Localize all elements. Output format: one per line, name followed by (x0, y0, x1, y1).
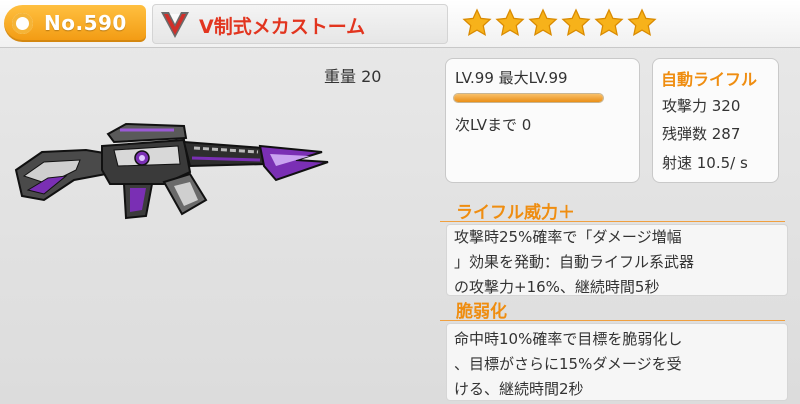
skill-2-line: 命中時10%確率で目標を脆弱化し (454, 330, 683, 348)
weapon-number: No.590 (44, 11, 127, 35)
badge-dot-icon (12, 13, 33, 34)
weapon-name: V制式メカストーム (199, 16, 366, 38)
skill-1-description: 攻撃時25%確率で「ダメージ増幅 」効果を発動：自動ライフル系武器 の攻撃力+1… (454, 225, 784, 300)
skill-2-divider (440, 320, 785, 321)
skill-2-line: ける、継続時間2秒 (454, 380, 584, 398)
star-icon (528, 8, 558, 36)
rifle-illustration (14, 122, 329, 220)
exp-progress-fill (454, 94, 603, 102)
skill-1-line: 攻撃時25%確率で「ダメージ増幅 (454, 228, 682, 246)
weight-label: 重量 20 (324, 67, 382, 86)
skill-2-line: 、目標がさらに15%ダメージを受 (454, 355, 682, 373)
star-icon (594, 8, 624, 36)
star-icon (561, 8, 591, 36)
skill-2-description: 命中時10%確率で目標を脆弱化し 、目標がさらに15%ダメージを受 ける、継続時… (454, 327, 784, 402)
name-plate: V制式メカストーム (152, 4, 448, 44)
exp-progress-bar (453, 93, 604, 103)
fire-rate-stat: 射速 10.5/ s (662, 154, 748, 172)
skill-2-title: 脆弱化 (456, 302, 507, 322)
level-panel: LV.99 最大LV.99 次LVまで 0 (445, 58, 640, 183)
stats-panel: 自動ライフル 攻撃力 320 残弾数 287 射速 10.5/ s (652, 58, 779, 183)
attack-stat: 攻撃力 320 (662, 97, 741, 115)
v-emblem-icon (161, 12, 189, 38)
weapon-type: 自動ライフル (661, 70, 758, 89)
star-icon (495, 8, 525, 36)
next-level-label: 次LVまで 0 (455, 116, 532, 134)
header-bar: No.590 V制式メカストーム (0, 0, 800, 48)
skill-1-divider (440, 221, 785, 222)
star-icon (627, 8, 657, 36)
star-icon (462, 8, 492, 36)
skill-1-title: ライフル威力＋ (456, 203, 575, 223)
rarity-stars (462, 8, 660, 38)
level-label: LV.99 最大LV.99 (455, 69, 568, 87)
number-badge: No.590 (4, 5, 146, 42)
ammo-stat: 残弾数 287 (662, 125, 741, 143)
skill-1-line: 」効果を発動：自動ライフル系武器 (454, 253, 695, 271)
